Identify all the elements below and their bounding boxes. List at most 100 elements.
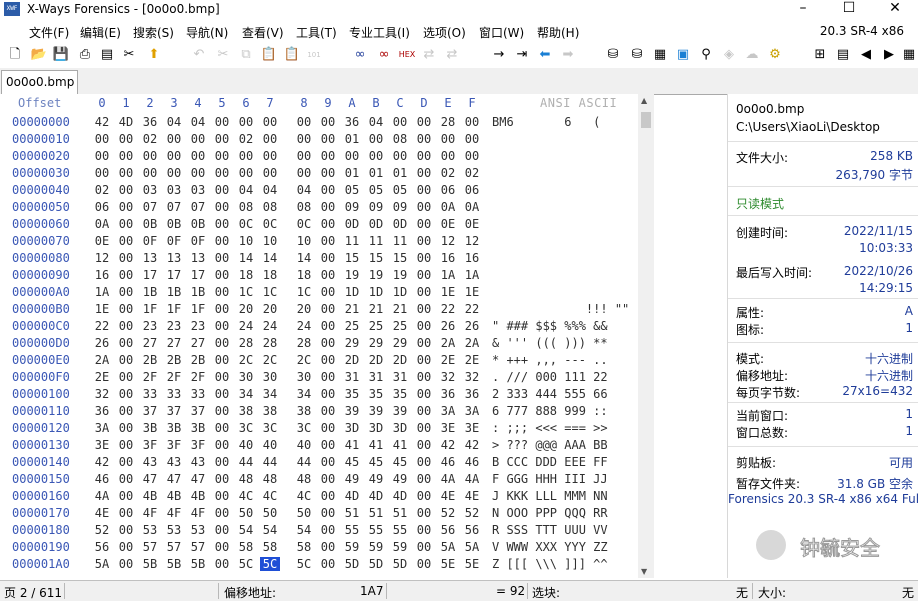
write-icon[interactable]: 101	[305, 46, 323, 64]
hex-byte[interactable]: 00	[212, 489, 232, 503]
hex-byte[interactable]: 4B	[140, 489, 160, 503]
hex-byte[interactable]: 02	[92, 183, 112, 197]
hex-byte[interactable]: 0D	[390, 217, 410, 231]
hex-byte[interactable]: 06	[462, 183, 482, 197]
hex-row[interactable]: 00000120 3A 00 3B 3B 3B 00 3C 3C 3C 00 3D 3D 3D 00 3E 3E…	[0, 421, 636, 438]
hex-byte[interactable]: 4F	[164, 506, 184, 520]
hex-byte[interactable]: 0A	[438, 200, 458, 214]
ascii-text[interactable]: F GGG HHH III JJ	[492, 472, 608, 486]
hex-byte[interactable]: 0A	[92, 217, 112, 231]
hex-byte[interactable]: 50	[236, 506, 256, 520]
hex-byte[interactable]: 00	[318, 251, 338, 265]
hex-row[interactable]: 00000100 32 00 33 33 33 00 34 34 34 00 35 35 35 00 36 36…	[0, 387, 636, 404]
ram-icon[interactable]: ▦	[651, 46, 669, 64]
hex-byte[interactable]: 08	[390, 132, 410, 146]
hex-byte[interactable]: 3C	[236, 421, 256, 435]
hex-byte[interactable]: 19	[390, 268, 410, 282]
row-offset[interactable]: 00000070	[12, 234, 70, 248]
close-button[interactable]: ✕	[872, 0, 918, 19]
hex-byte[interactable]: 4D	[390, 489, 410, 503]
hex-byte[interactable]: 1E	[92, 302, 112, 316]
hex-byte[interactable]: 0B	[140, 217, 160, 231]
hex-byte[interactable]: 00	[318, 149, 338, 163]
hex-byte[interactable]: 39	[390, 404, 410, 418]
hex-byte[interactable]: 26	[438, 319, 458, 333]
hex-byte[interactable]: 00	[414, 404, 434, 418]
hex-byte[interactable]: 00	[212, 438, 232, 452]
hex-byte[interactable]: 00	[188, 166, 208, 180]
hex-byte[interactable]: 25	[390, 319, 410, 333]
hex-byte[interactable]: 4D	[342, 489, 362, 503]
hex-byte[interactable]: 4A	[92, 489, 112, 503]
ascii-text[interactable]: & ''' ((( ))) **	[492, 336, 608, 350]
hex-byte[interactable]: 21	[342, 302, 362, 316]
hex-byte[interactable]: 2D	[390, 353, 410, 367]
hex-row[interactable]: 00000160 4A 00 4B 4B 4B 00 4C 4C 4C 00 4D 4D 4D 00 4E 4E…	[0, 489, 636, 506]
hex-byte[interactable]: 36	[462, 387, 482, 401]
hex-byte[interactable]: 1E	[438, 285, 458, 299]
hex-byte[interactable]: 00	[414, 387, 434, 401]
hex-byte[interactable]: 00	[294, 166, 314, 180]
hex-byte[interactable]: 40	[260, 438, 280, 452]
hex-byte[interactable]: 17	[140, 268, 160, 282]
row-offset[interactable]: 00000110	[12, 404, 70, 418]
hex-byte[interactable]: 00	[318, 455, 338, 469]
hex-byte[interactable]: 20	[294, 302, 314, 316]
hex-byte[interactable]: 08	[260, 200, 280, 214]
vertical-scrollbar[interactable]: ▲ ▼	[638, 94, 654, 578]
hex-byte[interactable]: 00	[414, 234, 434, 248]
hex-byte[interactable]: 45	[342, 455, 362, 469]
hex-byte[interactable]: 00	[116, 387, 136, 401]
hex-byte[interactable]: 00	[116, 251, 136, 265]
hex-byte[interactable]: 32	[438, 370, 458, 384]
hex-row[interactable]: 00000090 16 00 17 17 17 00 18 18 18 00 19 19 19 00 1A 1A	[0, 268, 636, 285]
hex-byte[interactable]: 00	[116, 523, 136, 537]
hex-byte[interactable]: 00	[414, 319, 434, 333]
hex-byte[interactable]: 56	[462, 523, 482, 537]
hex-byte[interactable]: 00	[212, 132, 232, 146]
hex-byte[interactable]: 49	[366, 472, 386, 486]
hex-byte[interactable]: 08	[294, 200, 314, 214]
gear-icon[interactable]: ⚙	[766, 46, 784, 64]
menu-edit[interactable]: 编辑(E)	[80, 24, 121, 41]
hex-byte[interactable]: 4E	[438, 489, 458, 503]
hex-byte[interactable]: 19	[342, 268, 362, 282]
hex-byte[interactable]: 3A	[92, 421, 112, 435]
hex-byte[interactable]: 00	[140, 149, 160, 163]
hex-byte[interactable]: 00	[212, 421, 232, 435]
hex-byte[interactable]: 00	[318, 336, 338, 350]
hex-byte[interactable]: 05	[342, 183, 362, 197]
hex-byte[interactable]: 04	[236, 183, 256, 197]
hex-byte[interactable]: 4F	[140, 506, 160, 520]
hex-byte[interactable]: 00	[212, 285, 232, 299]
hex-byte[interactable]: 00	[414, 302, 434, 316]
hex-byte[interactable]: 00	[390, 149, 410, 163]
hex-byte[interactable]: 03	[140, 183, 160, 197]
hex-byte[interactable]: 00	[116, 234, 136, 248]
menu-help[interactable]: 帮助(H)	[537, 24, 579, 41]
hex-byte[interactable]: 15	[390, 251, 410, 265]
hex-byte[interactable]: 10	[236, 234, 256, 248]
hex-byte[interactable]: 34	[294, 387, 314, 401]
hex-byte[interactable]: 00	[116, 336, 136, 350]
hex-byte[interactable]: 00	[140, 166, 160, 180]
hex-byte[interactable]: 09	[342, 200, 362, 214]
hex-byte[interactable]: 00	[414, 200, 434, 214]
hex-byte[interactable]: 00	[116, 353, 136, 367]
hex-byte[interactable]: 01	[342, 166, 362, 180]
hex-byte[interactable]: 5A	[462, 540, 482, 554]
hex-byte[interactable]: 03	[188, 183, 208, 197]
hex-byte[interactable]: 14	[236, 251, 256, 265]
hex-byte[interactable]: 0C	[260, 217, 280, 231]
hex-byte[interactable]: 00	[116, 285, 136, 299]
hex-byte[interactable]: 53	[164, 523, 184, 537]
open-file-icon[interactable]: 📂	[30, 46, 48, 64]
hex-byte[interactable]: 3B	[140, 421, 160, 435]
hex-byte[interactable]: 44	[294, 455, 314, 469]
hex-byte[interactable]: 00	[318, 523, 338, 537]
hex-byte[interactable]: 31	[342, 370, 362, 384]
hex-byte[interactable]: 28	[236, 336, 256, 350]
hex-byte[interactable]: 35	[342, 387, 362, 401]
tab-file[interactable]: 0o0o0.bmp	[1, 70, 78, 94]
hex-byte[interactable]: 00	[116, 421, 136, 435]
